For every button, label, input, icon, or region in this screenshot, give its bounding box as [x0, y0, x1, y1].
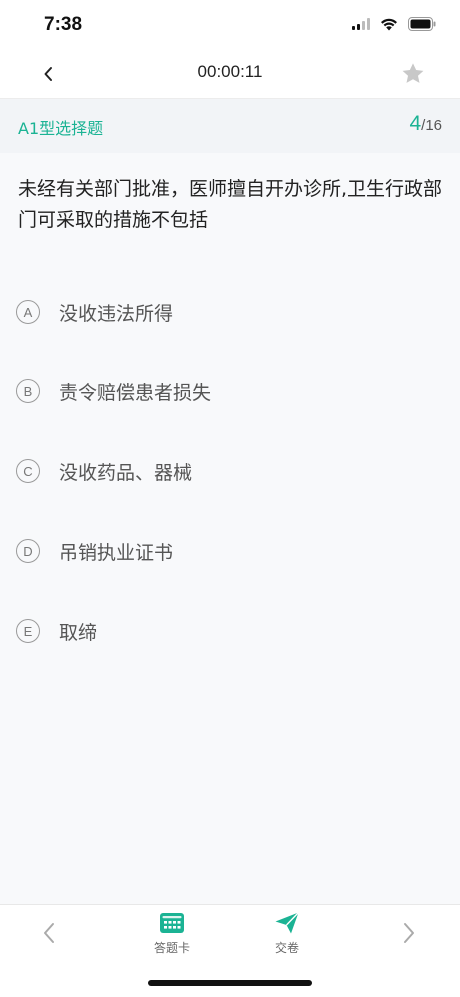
submit-button[interactable]: 交卷: [255, 911, 319, 956]
status-bar: 7:38: [0, 0, 460, 50]
signal-icon: [352, 18, 370, 30]
star-icon[interactable]: [400, 61, 426, 87]
question-type-label: A1型选择题: [18, 119, 104, 138]
progress-current: 4: [409, 112, 422, 135]
option-letter: D: [16, 539, 40, 563]
status-time: 7:38: [44, 14, 83, 35]
option-text: 取缔: [59, 621, 98, 644]
timer: 00:00:11: [197, 62, 263, 81]
option-letter: B: [16, 379, 40, 403]
nav-bar: 00:00:11: [0, 50, 460, 99]
option-letter: C: [16, 459, 40, 483]
option-b[interactable]: B 责令赔偿患者损失: [16, 371, 436, 411]
option-e[interactable]: E 取缔: [16, 611, 436, 651]
option-text: 责令赔偿患者损失: [59, 381, 212, 404]
option-letter: A: [16, 300, 40, 324]
question-text: 未经有关部门批准，医师擅自开办诊所,卫生行政部门可采取的措施不包括: [18, 178, 443, 231]
option-d[interactable]: D 吊销执业证书: [16, 531, 436, 571]
answer-card-button[interactable]: 答题卡: [140, 911, 204, 956]
option-c[interactable]: C 没收药品、器械: [16, 451, 436, 491]
question-type-bar: A1型选择题 4/16: [0, 99, 460, 153]
next-question-button[interactable]: [394, 919, 422, 947]
back-button[interactable]: [34, 60, 62, 88]
battery-icon: [408, 17, 436, 31]
status-icons: [352, 16, 436, 32]
progress-total: 16: [425, 117, 442, 134]
previous-question-button[interactable]: [36, 919, 64, 947]
option-a[interactable]: A 没收违法所得: [16, 292, 436, 332]
wifi-icon: [381, 18, 397, 30]
submit-label: 交卷: [274, 941, 299, 955]
home-indicator: [148, 980, 312, 986]
answer-card-label: 答题卡: [153, 941, 190, 955]
option-text: 吊销执业证书: [59, 541, 174, 564]
question-progress: 4/16: [409, 112, 442, 136]
paper-plane-icon: [275, 912, 300, 934]
option-letter: E: [16, 619, 40, 643]
answer-card-icon: [160, 913, 184, 933]
option-text: 没收违法所得: [59, 302, 174, 325]
option-text: 没收药品、器械: [59, 461, 193, 484]
chevron-left-icon: [44, 67, 52, 81]
